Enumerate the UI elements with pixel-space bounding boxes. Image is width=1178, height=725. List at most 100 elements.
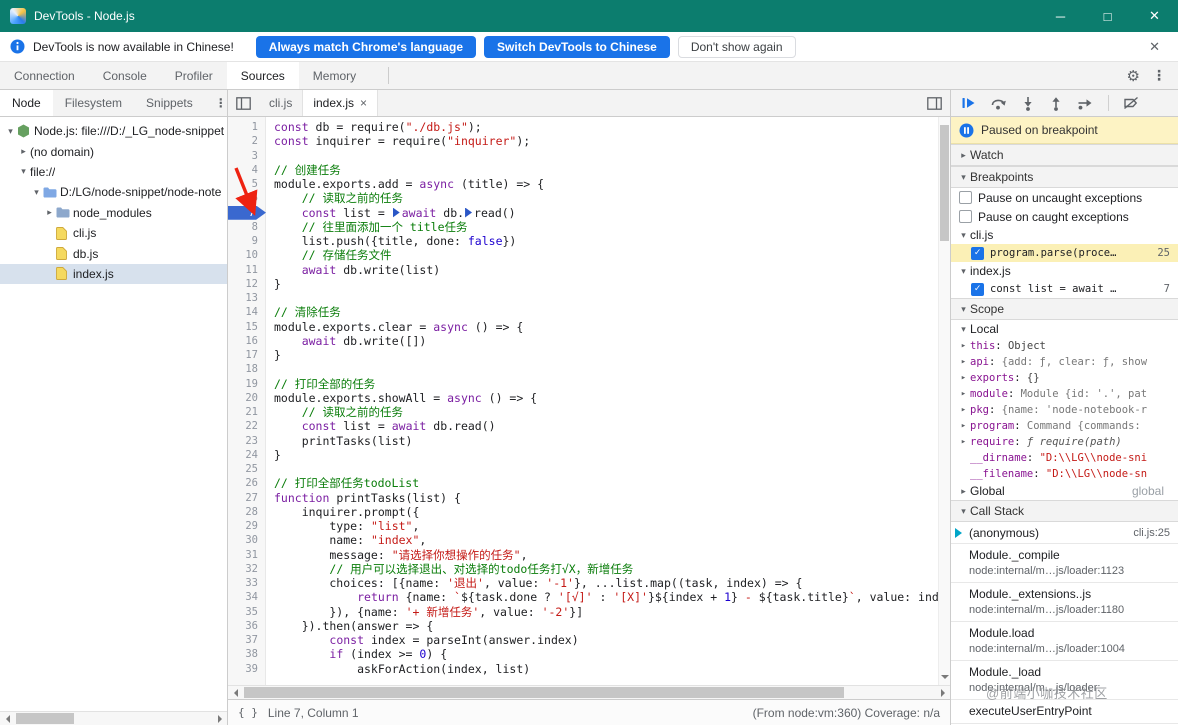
scope-property-api[interactable]: ▸ api: {add: ƒ, clear: ƒ, show: [951, 354, 1178, 370]
line-number[interactable]: 1: [228, 120, 266, 134]
chevron-down-icon[interactable]: ▾: [957, 230, 970, 241]
tab-close-icon[interactable]: ×: [360, 96, 367, 110]
sidebar-tab-snippets[interactable]: Snippets: [134, 90, 205, 116]
chevron-right-icon[interactable]: ▸: [17, 146, 30, 157]
scroll-left-icon[interactable]: [0, 712, 14, 725]
chevron-right-icon[interactable]: ▸: [957, 373, 970, 383]
breakpoint-entry[interactable]: ✓ program.parse(proce… 25: [951, 244, 1178, 262]
line-number[interactable]: 16: [228, 334, 266, 348]
line-number[interactable]: 20: [228, 391, 266, 405]
scope-property-program[interactable]: ▸ program: Command {commands:: [951, 418, 1178, 434]
tree-item-node-modules[interactable]: ▸ node_modules: [0, 203, 227, 223]
line-number[interactable]: 37: [228, 633, 266, 647]
scope-group-global[interactable]: ▸ Global global: [951, 482, 1178, 500]
breakpoint-group-cli-js[interactable]: ▾ cli.js: [951, 226, 1178, 244]
scope-property-exports[interactable]: ▸ exports: {}: [951, 370, 1178, 386]
step-into-icon[interactable]: [1021, 96, 1035, 111]
settings-icon[interactable]: ⚙: [1127, 67, 1140, 85]
chevron-right-icon[interactable]: ▸: [43, 207, 56, 218]
debugger-toggle-icon[interactable]: [919, 90, 950, 116]
scrollbar-thumb[interactable]: [940, 125, 949, 241]
line-number[interactable]: 22: [228, 419, 266, 433]
chevron-right-icon[interactable]: ▸: [957, 486, 970, 497]
navigator-toggle-icon[interactable]: [228, 90, 259, 116]
maximize-button[interactable]: □: [1084, 0, 1131, 32]
chevron-down-icon[interactable]: ▾: [957, 266, 970, 277]
line-number[interactable]: 34: [228, 590, 266, 604]
scope-property-dirname[interactable]: __dirname: "D:\\LG\\node-sni: [951, 450, 1178, 466]
line-number[interactable]: 14: [228, 305, 266, 319]
scope-property-require[interactable]: ▸ require: ƒ require(path): [951, 434, 1178, 450]
inline-breakpoint-icon[interactable]: [465, 207, 473, 218]
scope-group-local[interactable]: ▾ Local: [951, 320, 1178, 338]
scroll-right-icon[interactable]: [936, 686, 950, 699]
line-number[interactable]: 31: [228, 548, 266, 562]
line-number[interactable]: 30: [228, 533, 266, 547]
breakpoint-group-index-js[interactable]: ▾ index.js: [951, 262, 1178, 280]
line-number[interactable]: 38: [228, 647, 266, 661]
switch-to-chinese-button[interactable]: Switch DevTools to Chinese: [484, 35, 670, 58]
close-button[interactable]: ✕: [1131, 0, 1178, 32]
tab-console[interactable]: Console: [89, 62, 161, 89]
call-stack-section-header[interactable]: ▾ Call Stack: [951, 500, 1178, 522]
editor-tab-cli-js[interactable]: cli.js: [259, 90, 304, 116]
call-stack-frame[interactable]: executeUserEntryPoint: [951, 700, 1178, 724]
editor-vertical-scrollbar[interactable]: [938, 117, 950, 685]
chevron-right-icon[interactable]: ▸: [957, 357, 970, 367]
line-number[interactable]: 2: [228, 134, 266, 148]
line-number[interactable]: 32: [228, 562, 266, 576]
sidebar-tab-node[interactable]: Node: [0, 90, 53, 116]
tab-profiler[interactable]: Profiler: [161, 62, 227, 89]
dont-show-again-button[interactable]: Don't show again: [677, 35, 796, 58]
breakpoint-entry[interactable]: ✓ const list = await … 7: [951, 280, 1178, 298]
line-number[interactable]: 10: [228, 248, 266, 262]
resume-icon[interactable]: [961, 96, 976, 110]
minimize-button[interactable]: ─: [1037, 0, 1084, 32]
chevron-right-icon[interactable]: ▸: [957, 389, 970, 399]
tree-item-db-js[interactable]: db.js: [0, 243, 227, 263]
scroll-right-icon[interactable]: [213, 712, 227, 725]
scroll-left-icon[interactable]: [228, 686, 242, 699]
more-menu-icon[interactable]: ⋮: [1152, 67, 1166, 84]
tree-item-d-lg-node-snippet-node-note[interactable]: ▾ D:/LG/node-snippet/node-note: [0, 182, 227, 202]
tree-item-node-js-file-d-lg-node-snippet[interactable]: ▾ Node.js: file:///D:/_LG_node-snippet: [0, 121, 227, 141]
line-number[interactable]: 13: [228, 291, 266, 305]
chevron-down-icon[interactable]: ▾: [17, 166, 30, 177]
editor-horizontal-scrollbar[interactable]: [228, 685, 950, 699]
scroll-down-icon[interactable]: [941, 669, 949, 683]
line-number[interactable]: 27: [228, 491, 266, 505]
line-number[interactable]: 21: [228, 405, 266, 419]
line-number[interactable]: 35: [228, 605, 266, 619]
editor-tab-index-js[interactable]: index.js ×: [303, 90, 379, 116]
sidebar-horizontal-scrollbar[interactable]: [0, 711, 227, 725]
step-icon[interactable]: [1077, 96, 1094, 110]
breakpoints-section-header[interactable]: ▾ Breakpoints: [951, 166, 1178, 188]
pause-toggle-pause-on-uncaught-exceptions[interactable]: Pause on uncaught exceptions: [951, 188, 1178, 207]
line-number[interactable]: 15: [228, 320, 266, 334]
line-number[interactable]: 39: [228, 662, 266, 676]
call-stack-frame[interactable]: (anonymous) cli.js:25: [951, 522, 1178, 544]
tree-item-file[interactable]: ▾ file://: [0, 162, 227, 182]
tree-item-cli-js[interactable]: cli.js: [0, 223, 227, 243]
tree-item-no-domain[interactable]: ▸ (no domain): [0, 141, 227, 161]
inline-breakpoint-icon[interactable]: [392, 207, 400, 218]
chevron-right-icon[interactable]: ▸: [957, 405, 970, 415]
line-number[interactable]: 24: [228, 448, 266, 462]
deactivate-breakpoints-icon[interactable]: [1123, 96, 1139, 110]
code-area[interactable]: 1 const db = require("./db.js"); 2 const in…: [228, 117, 950, 685]
line-number[interactable]: 23: [228, 434, 266, 448]
line-number[interactable]: 28: [228, 505, 266, 519]
line-number[interactable]: 3: [228, 149, 266, 163]
notification-close-icon[interactable]: ✕: [1141, 39, 1168, 55]
call-stack-frame[interactable]: Module._compile node:internal/m…js/loader…: [951, 544, 1178, 583]
scope-property-pkg[interactable]: ▸ pkg: {name: 'node-notebook-r: [951, 402, 1178, 418]
chevron-down-icon[interactable]: ▾: [957, 324, 970, 335]
step-out-icon[interactable]: [1049, 96, 1063, 111]
scope-section-header[interactable]: ▾ Scope: [951, 298, 1178, 320]
line-number[interactable]: 9: [228, 234, 266, 248]
tree-item-index-js[interactable]: index.js: [0, 263, 227, 285]
scrollbar-thumb[interactable]: [244, 687, 844, 698]
line-number[interactable]: 17: [228, 348, 266, 362]
checkbox[interactable]: [959, 191, 972, 204]
tab-connection[interactable]: Connection: [0, 62, 89, 89]
